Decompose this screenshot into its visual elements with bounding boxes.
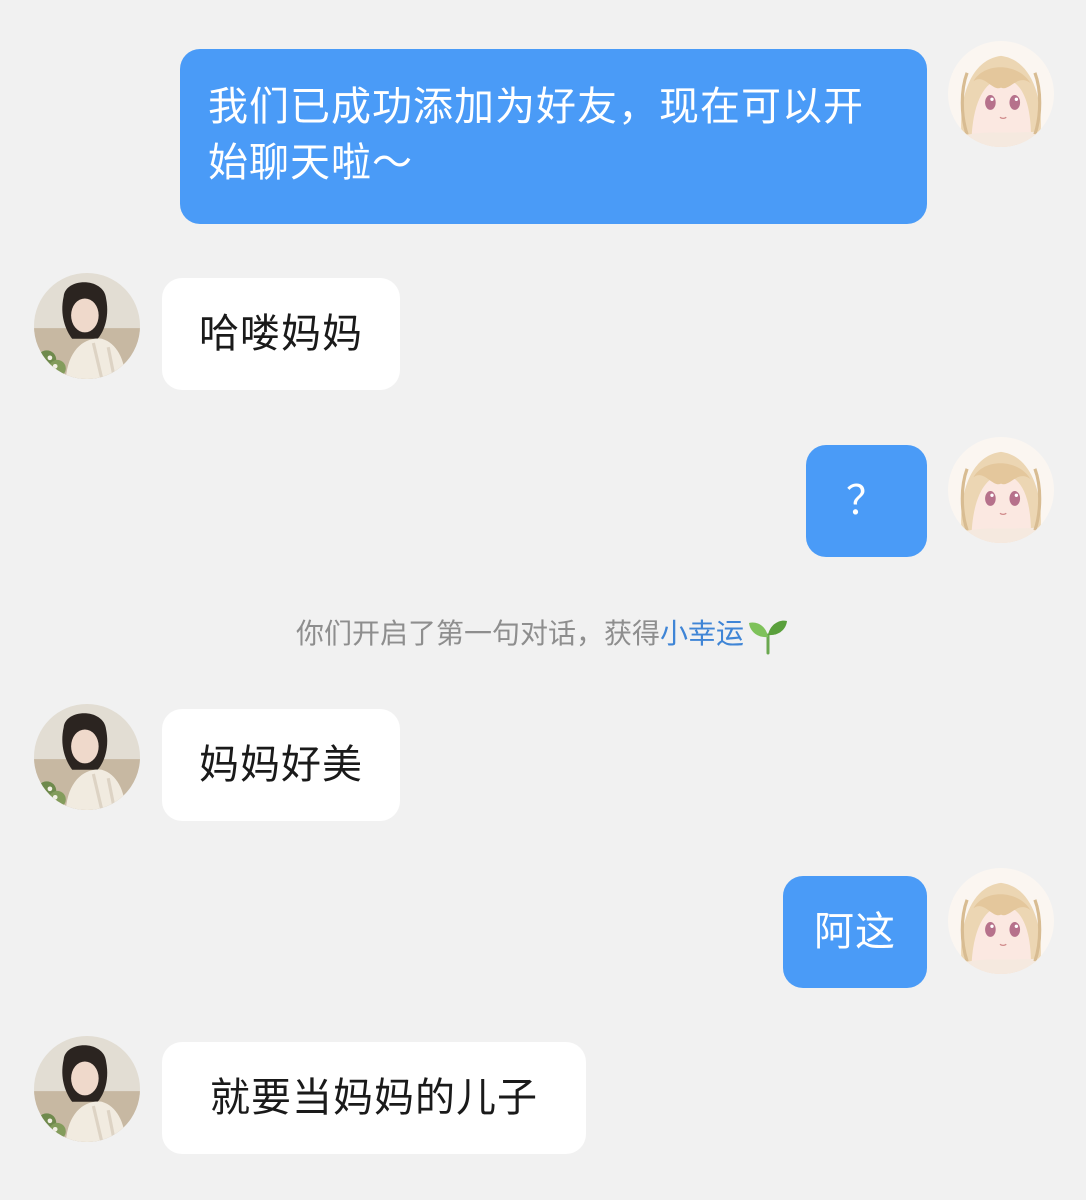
sent-message-bubble[interactable]: 我们已成功添加为好友，现在可以开始聊天啦～ (180, 49, 927, 224)
my-avatar[interactable] (948, 41, 1054, 147)
received-message-bubble[interactable]: 妈妈好美 (162, 709, 400, 821)
contact-avatar[interactable] (34, 273, 140, 379)
system-notice: 你们开启了第一句对话，获得小幸运 (0, 612, 1086, 656)
message-text: 妈妈好美 (199, 742, 363, 788)
message-text: 阿这 (814, 909, 896, 955)
message-text: 就要当妈妈的儿子 (210, 1075, 538, 1121)
sent-message-bubble[interactable]: 阿这 (783, 876, 927, 988)
woman-photo-avatar-icon (34, 1036, 140, 1142)
message-text: 我们已成功添加为好友，现在可以开始聊天啦～ (208, 84, 864, 186)
my-avatar[interactable] (948, 868, 1054, 974)
message-text: 哈喽妈妈 (199, 311, 363, 357)
woman-photo-avatar-icon (34, 273, 140, 379)
sent-message-bubble[interactable]: ？ (806, 445, 927, 557)
lucky-highlight-link[interactable]: 小幸运 (660, 617, 744, 650)
woman-photo-avatar-icon (34, 704, 140, 810)
system-notice-text: 你们开启了第一句对话，获得 (295, 617, 660, 650)
anime-girl-avatar-icon (948, 437, 1054, 543)
received-message-bubble[interactable]: 就要当妈妈的儿子 (162, 1042, 586, 1154)
received-message-bubble[interactable]: 哈喽妈妈 (162, 278, 400, 390)
contact-avatar[interactable] (34, 704, 140, 810)
message-text: ？ (846, 478, 887, 524)
chat-thread[interactable]: 我们已成功添加为好友，现在可以开始聊天啦～ 哈喽妈妈 ？ 你们开启了第一句对话，… (0, 0, 1086, 1200)
contact-avatar[interactable] (34, 1036, 140, 1142)
my-avatar[interactable] (948, 437, 1054, 543)
anime-girl-avatar-icon (948, 41, 1054, 147)
anime-girl-avatar-icon (948, 868, 1054, 974)
sprout-icon (749, 620, 788, 655)
